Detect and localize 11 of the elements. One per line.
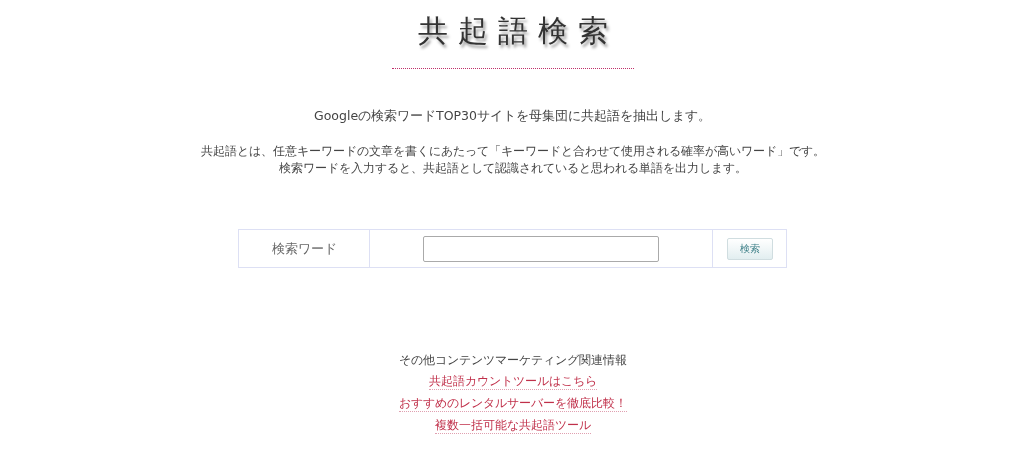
related-heading: その他コンテンツマーケティング関連情報	[398, 352, 627, 368]
search-button[interactable]: 検索	[726, 237, 773, 260]
search-field[interactable]	[423, 235, 659, 262]
page-title: 共起語検索	[416, 12, 618, 50]
field-label: 検索ワード	[239, 230, 370, 267]
description-text: 検索ワードを入力すると、共起語として認識されていると思われる単語を出力します。	[278, 160, 747, 177]
related-link[interactable]: 複数一括可能な共起語ツール	[434, 417, 591, 434]
lead-text: Googleの検索ワードTOP30サイトを母集団に共起語を抽出します。	[314, 107, 711, 125]
related-link[interactable]: おすすめのレンタルサーバーを徹底比較！	[398, 395, 627, 412]
description-text: 共起語とは、任意キーワードの文章を書くにあたって「キーワードと合わせて使用される確率が高いワード」です。	[200, 143, 825, 160]
related-link[interactable]: 共起語カウントツールはこちら	[428, 373, 597, 390]
